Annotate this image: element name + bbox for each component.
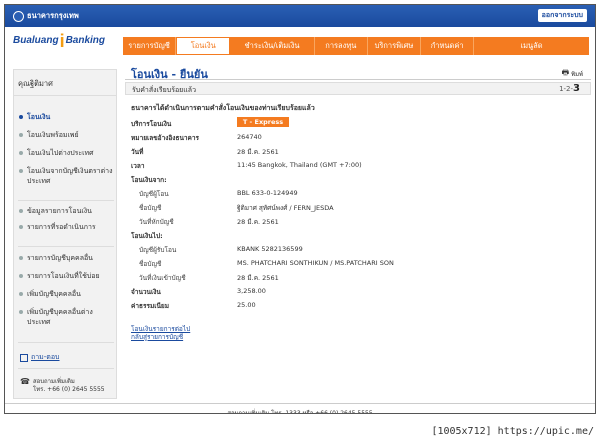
steps-current: 3 <box>573 83 580 94</box>
nav-settings[interactable]: กำหนดค่า <box>421 37 475 55</box>
status-bar: รับคำสั่งเรียบร้อยแล้ว 1-2-3 <box>125 82 591 95</box>
sidebar-item-add-third-party[interactable]: เพิ่มบัญชีบุคคลอื่น <box>18 289 114 299</box>
sidebar-item-add-overseas[interactable]: เพิ่มบัญชีบุคคลอื่นต่างประเทศ <box>18 307 114 327</box>
image-caption: [1005x712] https://upic.me/ <box>431 426 594 437</box>
action-links: โอนเงินรายการต่อไป กลับสู่รายการบัญชี <box>131 325 190 341</box>
amount-value: 3,258.00 <box>237 287 266 295</box>
contact-line-2: โทร. +66 (0) 2645 5555 <box>32 386 105 393</box>
credit-date-value: 28 มี.ค. 2561 <box>237 274 279 282</box>
brand-i: i <box>59 30 65 51</box>
ref-label: หมายเลขอ้างอิงธนาคาร <box>131 134 200 142</box>
sidebar-divider <box>18 342 114 343</box>
sidebar-divider <box>18 368 114 369</box>
status-text: รับคำสั่งเรียบร้อยแล้ว <box>132 86 197 94</box>
contact-line-1: สอบถามเพิ่มเติม <box>32 378 75 385</box>
amount-label: จำนวนเงิน <box>131 288 161 296</box>
to-name-label: ชื่อบัญชี <box>139 260 162 268</box>
fee-label: ค่าธรรมเนียม <box>131 302 169 310</box>
faq-label: ถาม-ตอบ <box>31 353 60 361</box>
sidebar-item-third-party-list[interactable]: รายการบัญชีบุคคลอื่น <box>18 253 114 263</box>
print-label: พิมพ์ <box>571 71 583 78</box>
fee-value: 25.00 <box>237 301 256 309</box>
main-nav: รายการบัญชี โอนเงิน ชำระเงิน/เติมเงิน กา… <box>123 37 589 55</box>
phone-icon: ☎ <box>20 377 30 386</box>
from-name-value: ฐิติมาศ สุทัศน์พงศ์ / FERN_JESDA <box>237 204 334 212</box>
bank-seal-icon <box>13 10 24 22</box>
service-badge: T - Express <box>237 117 289 127</box>
back-to-accounts-link[interactable]: กลับสู่รายการบัญชี <box>131 333 190 341</box>
top-bar: ธนาคารกรุงเทพ ออกจากระบบ <box>5 5 595 27</box>
date-value: 28 มี.ค. 2561 <box>237 148 279 156</box>
brand-part-3: Banking <box>65 35 106 46</box>
page-title: โอนเงิน - ยืนยัน <box>131 68 208 81</box>
bank-logo: ธนาคารกรุงเทพ <box>13 10 79 22</box>
sidebar-divider <box>18 246 114 247</box>
sidebar-divider <box>18 200 114 201</box>
to-name-value: MS. PHATCHARI SONTHIKUN / MS.PATCHARI SO… <box>237 259 394 267</box>
sidebar-user-name: คุณฐิติมาศ <box>14 70 116 96</box>
sidebar-item-transfer-info[interactable]: ข้อมูลรายการโอนเงิน <box>18 206 114 216</box>
time-value: 11:45 Bangkok, Thailand (GMT +7:00) <box>237 161 362 169</box>
nav-special-services[interactable]: บริการพิเศษ <box>368 37 422 55</box>
next-transfer-link[interactable]: โอนเงินรายการต่อไป <box>131 325 190 333</box>
sidebar-item-favorites[interactable]: รายการโอนเงินที่ใช้บ่อย <box>18 271 114 281</box>
from-name-label: ชื่อบัญชี <box>139 204 162 212</box>
faq-link[interactable]: ถาม-ตอบ <box>20 352 60 363</box>
footer: สอบถามเพิ่มเติม โทร. 1333 หรือ +66 (0) 2… <box>5 403 595 413</box>
bualuang-ibanking-logo: Bualuang i Banking <box>13 30 106 51</box>
sidebar-item-international[interactable]: โอนเงินไปต่างประเทศ <box>18 148 114 158</box>
sidebar-item-promptpay[interactable]: โอนเงินพร้อมเพย์ <box>18 130 114 140</box>
sidebar-item-pending[interactable]: รายการที่รอดำเนินการ <box>18 222 114 232</box>
confirmation-message: ธนาคารได้ดำเนินการตามคำสั่งโอนเงินของท่า… <box>131 104 315 112</box>
browser-frame: ธนาคารกรุงเทพ ออกจากระบบ Bualuang i Bank… <box>4 4 596 414</box>
from-account-label: บัญชีผู้โอน <box>139 190 169 198</box>
from-account-value: BBL 633-0-124949 <box>237 189 298 197</box>
debit-date-label: วันที่หักบัญชี <box>139 218 174 226</box>
logout-button[interactable]: ออกจากระบบ <box>537 9 587 22</box>
time-label: เวลา <box>131 162 145 170</box>
sidebar: คุณฐิติมาศ โอนเงิน โอนเงินพร้อมเพย์ โอนเ… <box>13 69 117 399</box>
main-content: โอนเงิน - ยืนยัน 🖶 พิมพ์ รับคำสั่งเรียบร… <box>125 63 591 399</box>
to-heading: โอนเงินไป: <box>131 232 163 240</box>
steps-prefix: 1-2- <box>559 85 574 93</box>
from-heading: โอนเงินจาก: <box>131 176 167 184</box>
contact-info: ☎ สอบถามเพิ่มเติม โทร. +66 (0) 2645 5555 <box>20 378 105 394</box>
date-label: วันที่ <box>131 148 144 156</box>
nav-shortcut-menu[interactable]: เมนูลัด <box>474 37 589 55</box>
to-account-value: KBANK 5282136599 <box>237 245 303 253</box>
nav-accounts[interactable]: รายการบัญชี <box>123 37 177 55</box>
credit-date-label: วันที่เงินเข้าบัญชี <box>139 274 186 282</box>
ref-value: 264740 <box>237 133 262 141</box>
service-label: บริการโอนเงิน <box>131 120 172 128</box>
nav-transfer[interactable]: โอนเงิน <box>176 37 231 55</box>
to-account-label: บัญชีผู้รับโอน <box>139 246 177 254</box>
faq-icon <box>20 353 28 362</box>
debit-date-value: 28 มี.ค. 2561 <box>237 218 279 226</box>
brand-part-1: Bualuang <box>13 35 59 46</box>
bank-name: ธนาคารกรุงเทพ <box>27 11 79 20</box>
nav-investment[interactable]: การลงทุน <box>315 37 368 55</box>
step-indicator: 1-2-3 <box>559 83 580 94</box>
sidebar-item-transfer[interactable]: โอนเงิน <box>18 112 114 122</box>
nav-payment-topup[interactable]: ชำระเงิน/เติมเงิน <box>230 37 315 55</box>
sidebar-item-fcd-transfer[interactable]: โอนเงินจากบัญชีเงินตราต่างประเทศ <box>18 166 114 186</box>
title-divider <box>125 79 591 80</box>
